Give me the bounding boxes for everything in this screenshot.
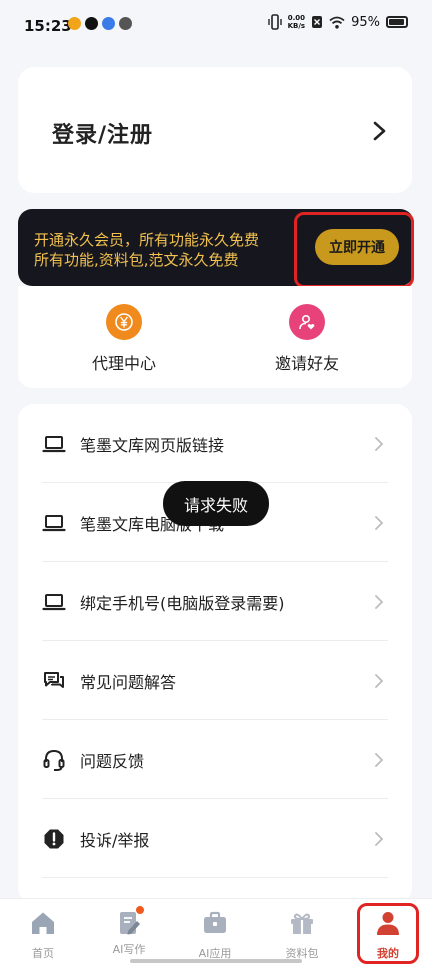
chevron-right-icon bbox=[373, 121, 386, 141]
tab-ai-writing[interactable]: AI写作 bbox=[94, 905, 164, 957]
home-icon bbox=[32, 912, 54, 934]
menu-card: 笔墨文库网页版链接 笔墨文库电脑版下载 绑定手机号(电脑版登录需要) 常见问题解… bbox=[18, 404, 412, 904]
fan-icon bbox=[119, 17, 132, 30]
status-right: 0.00 KB/s 95% bbox=[267, 14, 408, 30]
laptop-icon bbox=[42, 594, 66, 611]
invite-friends-button[interactable]: 邀请好友 bbox=[237, 304, 377, 374]
laptop-icon bbox=[42, 436, 66, 453]
user-heart-icon bbox=[289, 304, 325, 340]
tiktok-icon bbox=[85, 17, 98, 30]
login-register-label: 登录/注册 bbox=[52, 123, 154, 148]
chevron-right-icon bbox=[375, 437, 384, 451]
no-sim-icon bbox=[312, 16, 323, 28]
battery-icon bbox=[386, 16, 408, 28]
error-toast: 请求失败 bbox=[163, 481, 269, 526]
tab-home[interactable]: 首页 bbox=[8, 909, 78, 961]
menu-item-label: 投诉/举报 bbox=[80, 831, 150, 850]
headset-icon bbox=[43, 749, 65, 771]
vip-promo-subtitle: 所有功能,资料包,范文永久免费 bbox=[34, 251, 239, 269]
battery-percent: 95% bbox=[351, 14, 380, 30]
briefcase-icon bbox=[204, 911, 226, 933]
divider bbox=[42, 877, 388, 878]
chevron-right-icon bbox=[375, 674, 384, 688]
chevron-right-icon bbox=[375, 516, 384, 530]
chevron-right-icon bbox=[375, 753, 384, 767]
menu-item-feedback[interactable]: 问题反馈 bbox=[18, 720, 412, 799]
menu-item-label: 问题反馈 bbox=[80, 752, 145, 771]
menu-item-report[interactable]: 投诉/举报 bbox=[18, 799, 412, 878]
quick-actions-card: 代理中心 邀请好友 bbox=[18, 286, 412, 388]
menu-item-label: 笔墨文库网页版链接 bbox=[80, 436, 225, 455]
yen-icon bbox=[106, 304, 142, 340]
chevron-right-icon bbox=[375, 595, 384, 609]
alert-icon bbox=[44, 829, 64, 849]
pen-doc-icon bbox=[115, 905, 145, 937]
net-speed: 0.00 KB/s bbox=[287, 14, 306, 30]
vip-promo-title: 开通永久会员，所有功能永久免费 bbox=[34, 231, 260, 249]
vibrate-icon bbox=[267, 14, 282, 30]
status-app-icons bbox=[68, 17, 132, 30]
wifi-icon bbox=[329, 16, 345, 29]
notification-dot bbox=[135, 905, 145, 915]
menu-item-bind-phone[interactable]: 绑定手机号(电脑版登录需要) bbox=[18, 562, 412, 641]
status-time: 15:23 bbox=[24, 17, 72, 35]
app-icon bbox=[102, 17, 115, 30]
home-indicator bbox=[130, 959, 302, 963]
menu-item-label: 常见问题解答 bbox=[80, 673, 177, 692]
menu-item-label: 绑定手机号(电脑版登录需要) bbox=[80, 594, 285, 613]
activate-button-highlight bbox=[294, 212, 414, 288]
chevron-right-icon bbox=[375, 832, 384, 846]
invite-friends-label: 邀请好友 bbox=[274, 354, 339, 373]
status-bar: 15:23 0.00 KB/s 95% bbox=[0, 0, 432, 50]
tab-ai-apps[interactable]: AI应用 bbox=[180, 909, 250, 961]
login-card[interactable]: 登录/注册 bbox=[18, 67, 412, 193]
agent-center-button[interactable]: 代理中心 bbox=[54, 304, 194, 374]
gift-icon bbox=[291, 913, 313, 934]
menu-item-web-link[interactable]: 笔墨文库网页版链接 bbox=[18, 404, 412, 483]
agent-center-label: 代理中心 bbox=[91, 354, 156, 373]
profile-tab-highlight bbox=[357, 903, 419, 964]
weibo-icon bbox=[68, 17, 81, 30]
laptop-icon bbox=[42, 515, 66, 532]
chat-icon bbox=[44, 672, 64, 688]
tab-resources[interactable]: 资料包 bbox=[267, 909, 337, 961]
menu-item-faq[interactable]: 常见问题解答 bbox=[18, 641, 412, 720]
